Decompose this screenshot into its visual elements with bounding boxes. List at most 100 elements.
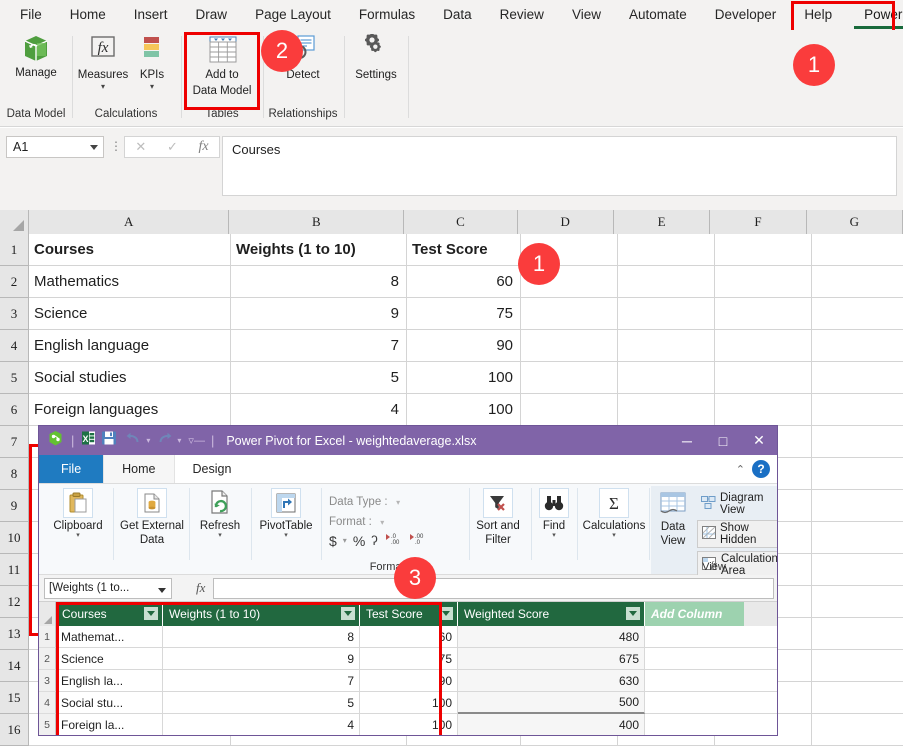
- pp-cell-test-score[interactable]: 75: [360, 648, 458, 670]
- tab-data[interactable]: Data: [433, 1, 482, 29]
- cell-G16[interactable]: [812, 714, 903, 746]
- pp-calculations-chevron-down-icon[interactable]: ▾: [612, 532, 616, 539]
- insert-function-icon[interactable]: fx: [199, 139, 209, 155]
- pp-refresh-button[interactable]: Refresh ▾: [191, 488, 249, 539]
- pp-cell-weighted-score[interactable]: 400: [458, 714, 645, 735]
- cell-C4[interactable]: 90: [407, 330, 521, 362]
- cell-D3[interactable]: [521, 298, 618, 330]
- cell-A5[interactable]: Social studies: [29, 362, 231, 394]
- pp-cell-test-score[interactable]: 100: [360, 692, 458, 714]
- cell-D6[interactable]: [521, 394, 618, 426]
- cell-E2[interactable]: [618, 266, 715, 298]
- cell-C6[interactable]: 100: [407, 394, 521, 426]
- cell-F4[interactable]: [715, 330, 812, 362]
- pp-cell-weighted-score[interactable]: 500: [458, 692, 645, 714]
- save-icon[interactable]: [101, 430, 117, 451]
- pp-collapse-ribbon-icon[interactable]: ⌃: [736, 463, 745, 476]
- pp-cell-weighted-score[interactable]: 480: [458, 626, 645, 648]
- cell-G4[interactable]: [812, 330, 903, 362]
- enter-checkmark-icon[interactable]: ✓: [167, 139, 178, 155]
- window-close-button[interactable]: ✕: [741, 426, 777, 455]
- select-all-corner[interactable]: [0, 210, 29, 234]
- currency-format-icon[interactable]: $: [329, 533, 337, 549]
- pp-data-view-button[interactable]: Data View: [651, 489, 695, 547]
- cell-B4[interactable]: 7: [231, 330, 407, 362]
- cell-C1[interactable]: Test Score: [407, 234, 521, 266]
- pp-cell-test-score[interactable]: 90: [360, 670, 458, 692]
- column-header-G[interactable]: G: [806, 210, 903, 234]
- column-header-D[interactable]: D: [517, 210, 614, 234]
- cell-G3[interactable]: [812, 298, 903, 330]
- undo-icon[interactable]: [125, 431, 142, 450]
- pp-cell-courses[interactable]: English la...: [56, 670, 163, 692]
- pp-get-external-data-button[interactable]: Get External Data: [117, 488, 187, 546]
- cell-F5[interactable]: [715, 362, 812, 394]
- cell-A3[interactable]: Science: [29, 298, 231, 330]
- tab-developer[interactable]: Developer: [705, 1, 787, 29]
- column-header-F[interactable]: F: [710, 210, 807, 234]
- pp-tab-design[interactable]: Design: [175, 455, 250, 483]
- measures-chevron-down-icon[interactable]: ▾: [101, 83, 105, 91]
- cancel-icon[interactable]: ✕: [135, 139, 146, 155]
- increase-decimal-icon[interactable]: .0 .00: [384, 531, 402, 550]
- redo-chevron-down-icon[interactable]: ▾: [177, 436, 181, 445]
- pp-cell-test-score[interactable]: 60: [360, 626, 458, 648]
- pp-tab-file[interactable]: File: [39, 455, 104, 483]
- settings-button[interactable]: Settings: [348, 30, 404, 82]
- pp-column-header-weights[interactable]: Weights (1 to 10): [163, 602, 360, 626]
- pp-data-type-chevron-down-icon[interactable]: ▾: [396, 498, 400, 507]
- excel-icon[interactable]: X: [81, 430, 97, 451]
- pp-clipboard-button[interactable]: Clipboard ▾: [46, 488, 110, 539]
- cell-G6[interactable]: [812, 394, 903, 426]
- row-header-16[interactable]: 16: [0, 714, 29, 746]
- cell-G2[interactable]: [812, 266, 903, 298]
- pp-cell-weights[interactable]: 9: [163, 648, 360, 670]
- pp-clipboard-chevron-down-icon[interactable]: ▾: [76, 532, 80, 539]
- row-header-11[interactable]: 11: [0, 554, 29, 586]
- pp-cell-weights[interactable]: 5: [163, 692, 360, 714]
- pp-formula-input[interactable]: [213, 577, 774, 599]
- cell-B2[interactable]: 8: [231, 266, 407, 298]
- pp-pivottable-chevron-down-icon[interactable]: ▾: [284, 532, 288, 539]
- tab-insert[interactable]: Insert: [124, 1, 178, 29]
- cell-A2[interactable]: Mathematics: [29, 266, 231, 298]
- pp-cell-blank[interactable]: [645, 626, 777, 648]
- tab-help[interactable]: Help: [794, 1, 842, 29]
- pp-cell-weights[interactable]: 7: [163, 670, 360, 692]
- formula-input[interactable]: Courses: [222, 136, 897, 196]
- tab-power-pivot[interactable]: Power Pivot: [854, 1, 903, 29]
- pp-calculations-button[interactable]: Σ Calculations ▾: [581, 488, 647, 539]
- pp-cell-weighted-score[interactable]: 675: [458, 648, 645, 670]
- cell-F1[interactable]: [715, 234, 812, 266]
- comma-format-icon[interactable]: ʔ: [371, 533, 378, 548]
- tab-automate[interactable]: Automate: [619, 1, 697, 29]
- pp-pivottable-button[interactable]: PivotTable ▾: [253, 488, 319, 539]
- currency-chevron-down-icon[interactable]: ▾: [343, 536, 347, 545]
- cell-B5[interactable]: 5: [231, 362, 407, 394]
- pp-find-chevron-down-icon[interactable]: ▾: [552, 532, 556, 539]
- pp-filter-dropdown-weighted-score-icon[interactable]: [626, 607, 640, 620]
- name-box-chevron-down-icon[interactable]: [90, 145, 98, 150]
- row-header-15[interactable]: 15: [0, 682, 29, 714]
- cell-G5[interactable]: [812, 362, 903, 394]
- pp-column-selector-chevron-down-icon[interactable]: [158, 587, 166, 593]
- pp-refresh-chevron-down-icon[interactable]: ▾: [218, 532, 222, 539]
- redo-icon[interactable]: [156, 431, 173, 450]
- power-pivot-titlebar[interactable]: | X ▾ ▾ ▿— | Power Pivot for Excel - wei…: [39, 426, 777, 455]
- pp-cell-weighted-score[interactable]: 630: [458, 670, 645, 692]
- pp-show-hidden-button[interactable]: Show Hidden: [697, 520, 777, 548]
- row-header-8[interactable]: 8: [0, 458, 29, 490]
- cell-A6[interactable]: Foreign languages: [29, 394, 231, 426]
- row-header-13[interactable]: 13: [0, 618, 29, 650]
- manage-button[interactable]: Manage: [8, 30, 64, 80]
- pp-cell-blank[interactable]: [645, 648, 777, 670]
- name-box[interactable]: A1: [6, 136, 104, 158]
- pp-cell-blank[interactable]: [645, 670, 777, 692]
- window-maximize-button[interactable]: □: [705, 426, 741, 455]
- cell-C3[interactable]: 75: [407, 298, 521, 330]
- tab-review[interactable]: Review: [490, 1, 554, 29]
- cell-F2[interactable]: [715, 266, 812, 298]
- cell-D4[interactable]: [521, 330, 618, 362]
- cell-G13[interactable]: [812, 618, 903, 650]
- row-header-1[interactable]: 1: [0, 234, 29, 266]
